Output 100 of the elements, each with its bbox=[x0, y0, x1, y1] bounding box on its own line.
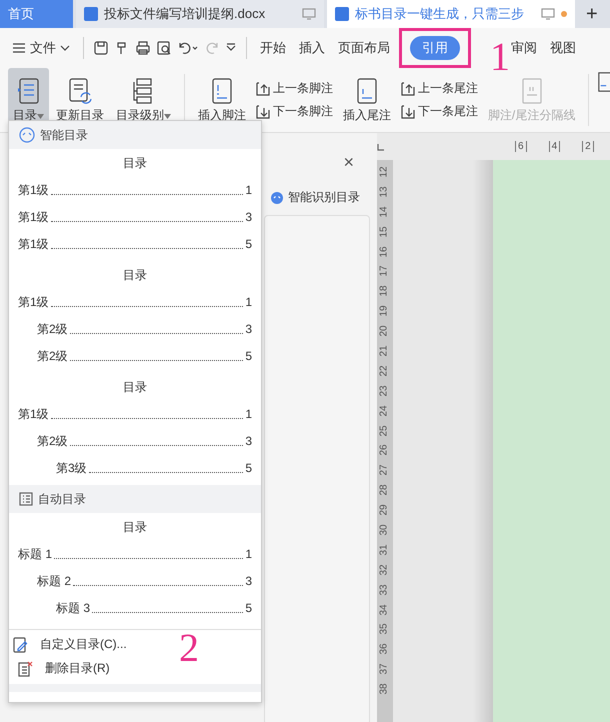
close-button[interactable]: × bbox=[337, 151, 360, 174]
ruler-number: 25 bbox=[378, 424, 392, 436]
monitor-icon bbox=[302, 8, 316, 20]
ruler-number: 12 bbox=[378, 166, 392, 178]
ruler-number: 24 bbox=[378, 405, 392, 416]
monitor-icon bbox=[541, 8, 555, 20]
new-tab-button[interactable]: + bbox=[578, 0, 606, 28]
ruler-number: 26 bbox=[378, 444, 392, 456]
toc-heading: 目录 bbox=[122, 519, 148, 536]
ribbon-tab[interactable]: 视图 bbox=[546, 36, 580, 60]
toc-page-number: 5 bbox=[245, 460, 252, 477]
toc-preview[interactable]: 目录 第1级 1 第2级 3 第3级 5 bbox=[9, 373, 261, 485]
tab-stop-icon bbox=[377, 142, 385, 150]
ruler-number: 15 bbox=[378, 226, 392, 238]
toc-page-number: 3 bbox=[245, 573, 252, 590]
toc-page-number: 3 bbox=[245, 433, 252, 450]
ruler-number: 29 bbox=[378, 504, 392, 516]
ruler-number: 14 bbox=[378, 206, 392, 218]
ruler-number: 36 bbox=[378, 644, 392, 655]
ruler-number: 13 bbox=[378, 186, 392, 198]
ruler-number: 32 bbox=[378, 564, 392, 576]
toc-entry-label: 第1级 bbox=[18, 236, 49, 253]
menu-item[interactable]: 自定义目录(C)... bbox=[4, 634, 154, 655]
ruler-number: 6 bbox=[515, 141, 527, 152]
toc-heading: 目录 bbox=[122, 155, 148, 172]
toc-page-number: 5 bbox=[245, 600, 252, 617]
toc-heading: 目录 bbox=[122, 379, 148, 396]
ribbon-small-button[interactable]: 上一条脚注 bbox=[252, 80, 336, 97]
previous-note-icon bbox=[256, 82, 270, 96]
toc-page-number: 1 bbox=[245, 182, 252, 199]
toc-entry-label: 第2级 bbox=[37, 348, 68, 365]
ruler-number: 33 bbox=[378, 584, 392, 596]
ruler-number: 34 bbox=[378, 604, 392, 616]
chevron-down-icon bbox=[60, 44, 70, 52]
document-tab[interactable]: 首页 bbox=[0, 0, 73, 28]
toc-page-number: 1 bbox=[245, 406, 252, 423]
list-icon bbox=[16, 76, 42, 104]
preview-icon bbox=[156, 40, 172, 56]
toc-entry-label: 第2级 bbox=[37, 321, 68, 338]
smart-toc-label[interactable]: 智能识别目录 bbox=[288, 189, 360, 206]
toc-preview[interactable]: 目录 第1级 1 第1级 3 第1级 5 bbox=[9, 149, 261, 261]
next-note-icon bbox=[256, 104, 270, 118]
ribbon-tab[interactable]: 页面布局 bbox=[334, 36, 394, 60]
document-icon bbox=[84, 7, 98, 21]
toc-page-number: 1 bbox=[245, 546, 252, 563]
file-menu[interactable]: 文件 bbox=[8, 36, 74, 60]
ruler-number: 27 bbox=[378, 464, 392, 476]
ruler-number: 17 bbox=[378, 266, 392, 277]
annotation-number: 2 bbox=[179, 628, 199, 668]
previous-note-icon bbox=[400, 82, 415, 96]
save-icon bbox=[93, 40, 109, 56]
toc-page-number: 5 bbox=[245, 348, 252, 365]
document-tab[interactable]: 投标文件编写培训提纲.docx bbox=[76, 0, 324, 28]
toc-entry-label: 第1级 bbox=[18, 294, 49, 311]
ruler-number: 23 bbox=[378, 385, 392, 396]
ruler-number: 28 bbox=[378, 484, 392, 496]
refresh-list-icon bbox=[67, 76, 93, 104]
ruler-number: 31 bbox=[378, 544, 392, 556]
toc-entry-label: 第1级 bbox=[18, 406, 49, 423]
ribbon-small-button[interactable]: 下一条尾注 bbox=[398, 103, 481, 120]
smart-toc-icon bbox=[19, 127, 35, 143]
ribbon-tab[interactable]: 开始 bbox=[256, 36, 290, 60]
ribbon-button[interactable]: 插入尾注 bbox=[338, 68, 396, 132]
ruler-number: 22 bbox=[378, 365, 392, 376]
next-note-icon bbox=[400, 104, 415, 118]
toc-preview[interactable]: 目录 标题 1 1 标题 2 3 标题 3 5 bbox=[9, 513, 261, 625]
toc-heading: 目录 bbox=[122, 267, 148, 284]
ruler-number: 16 bbox=[378, 246, 392, 258]
toc-entry-label: 第1级 bbox=[18, 209, 49, 226]
list-icon bbox=[19, 492, 33, 506]
ruler-number: 37 bbox=[378, 664, 392, 675]
toc-preview[interactable]: 目录 第1级 1 第2级 3 第2级 5 bbox=[9, 261, 261, 373]
menu-item[interactable]: 删除目录(R) bbox=[9, 655, 118, 682]
ribbon-tab[interactable]: 引用 bbox=[410, 36, 460, 60]
section-header: 自动目录 bbox=[9, 485, 261, 513]
ruler-number: 38 bbox=[378, 684, 392, 695]
print-icon bbox=[135, 40, 151, 56]
toc-entry-label: 第2级 bbox=[37, 433, 68, 450]
edit-document-icon bbox=[12, 636, 28, 652]
ribbon-small-button[interactable]: 下一条脚注 bbox=[252, 103, 336, 120]
document-icon bbox=[335, 7, 349, 21]
ribbon-small-button[interactable]: 上一条尾注 bbox=[398, 80, 481, 97]
ruler-number: 2 bbox=[582, 141, 594, 152]
toc-entry-label: 标题 3 bbox=[56, 600, 90, 617]
document-tab[interactable]: 标书目录一键生成，只需三步 bbox=[327, 0, 575, 28]
toc-page-number: 3 bbox=[245, 321, 252, 338]
annotation-number: 1 bbox=[490, 37, 510, 77]
ribbon-tab[interactable]: 插入 bbox=[295, 36, 329, 60]
ruler-number: 30 bbox=[378, 524, 392, 536]
chevron-down-icon bbox=[225, 43, 237, 53]
toc-page-number: 5 bbox=[245, 236, 252, 253]
redo-icon bbox=[204, 40, 220, 56]
toc-entry-label: 标题 1 bbox=[18, 546, 52, 563]
ribbon-tab[interactable]: 审阅 bbox=[507, 36, 541, 60]
ruler-number: 18 bbox=[378, 286, 392, 297]
ruler-number: 35 bbox=[378, 624, 392, 635]
undo-icon bbox=[177, 40, 199, 56]
toc-page-number: 1 bbox=[245, 294, 252, 311]
smart-toc-icon bbox=[270, 190, 284, 204]
ruler-number: 4 bbox=[548, 141, 560, 152]
